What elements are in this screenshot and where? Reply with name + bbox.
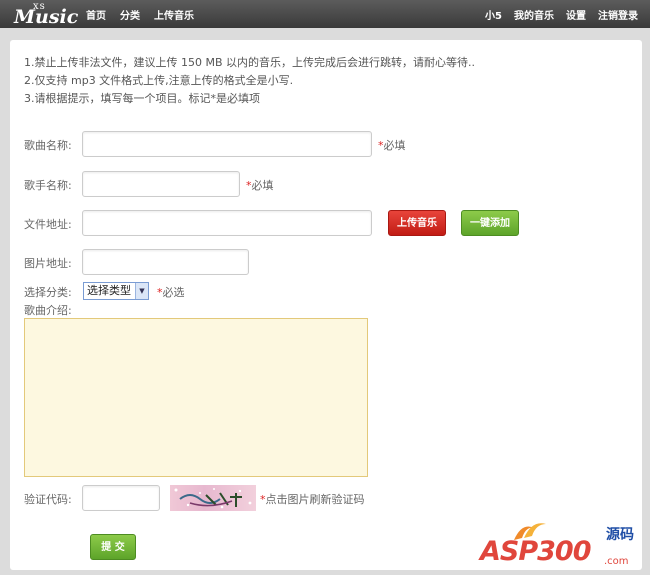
asp300-watermark: ASP300 源码 .com <box>480 518 640 570</box>
nav-settings-link[interactable]: 设置 <box>566 7 586 22</box>
song-name-label: 歌曲名称: <box>24 139 72 152</box>
watermark-text: ASP300 <box>480 536 591 567</box>
file-address-input[interactable] <box>82 210 372 236</box>
captcha-noise-graphic <box>174 488 252 509</box>
top-navbar: xs Music 首页 分类 上传音乐 小5 我的音乐 设置 注销登录 <box>0 0 650 28</box>
watermark-domain: .com <box>604 556 629 567</box>
required-text: 必填 <box>251 179 274 192</box>
nav-logout-link[interactable]: 注销登录 <box>598 7 638 22</box>
intro-label: 歌曲介绍: <box>24 304 72 317</box>
nav-right: 小5 我的音乐 设置 注销登录 <box>473 0 638 28</box>
notice-line-3: 3.请根据提示，填写每一个项目。标记*是必填项 <box>24 92 260 105</box>
nav-username-link[interactable]: 小5 <box>485 7 502 22</box>
song-name-input[interactable] <box>82 131 372 157</box>
nav-category-link[interactable]: 分类 <box>120 7 140 22</box>
watermark-cn: 源码 <box>606 527 634 543</box>
category-required: *必选 <box>157 284 185 300</box>
captcha-hint-text: 点击图片刷新验证码 <box>265 493 365 506</box>
category-selected-value: 选择类型 <box>87 284 131 297</box>
upload-music-button[interactable]: 上传音乐 <box>388 210 446 236</box>
captcha-label: 验证代码: <box>24 493 72 506</box>
required-text: 必选 <box>162 286 185 299</box>
intro-textarea[interactable] <box>24 318 368 477</box>
singer-required: *必填 <box>246 177 274 193</box>
nav-upload-link[interactable]: 上传音乐 <box>154 7 194 22</box>
upload-notice: 1.禁止上传非法文件，建议上传 150 MB 以内的音乐，上传完成后会进行跳转，… <box>24 54 475 108</box>
upload-panel: 1.禁止上传非法文件，建议上传 150 MB 以内的音乐，上传完成后会进行跳转，… <box>10 40 642 570</box>
nav-left: 首页 分类 上传音乐 <box>86 0 208 28</box>
notice-line-1: 1.禁止上传非法文件，建议上传 150 MB 以内的音乐，上传完成后会进行跳转，… <box>24 56 476 69</box>
song-name-required: *必填 <box>378 137 406 153</box>
category-label: 选择分类: <box>24 286 72 299</box>
site-logo[interactable]: xs Music <box>14 1 78 27</box>
singer-label: 歌手名称: <box>24 179 72 192</box>
notice-line-2: 2.仅支持 mp3 文件格式上传,注意上传的格式全是小写. <box>24 74 294 87</box>
quick-add-button[interactable]: 一键添加 <box>461 210 519 236</box>
required-text: 必填 <box>383 139 406 152</box>
image-address-label: 图片地址: <box>24 257 72 270</box>
captcha-input[interactable] <box>82 485 160 511</box>
image-address-input[interactable] <box>82 249 249 275</box>
nav-home-link[interactable]: 首页 <box>86 7 106 22</box>
submit-button[interactable]: 提 交 <box>90 534 136 560</box>
nav-my-music-link[interactable]: 我的音乐 <box>514 7 554 22</box>
logo-big-text: Music <box>14 6 79 28</box>
category-select[interactable]: 选择类型 ▼ <box>83 282 149 300</box>
file-address-label: 文件地址: <box>24 218 72 231</box>
chevron-down-icon[interactable]: ▼ <box>135 283 148 299</box>
singer-input[interactable] <box>82 171 240 197</box>
captcha-hint: *点击图片刷新验证码 <box>260 491 365 507</box>
captcha-image[interactable] <box>170 485 256 511</box>
